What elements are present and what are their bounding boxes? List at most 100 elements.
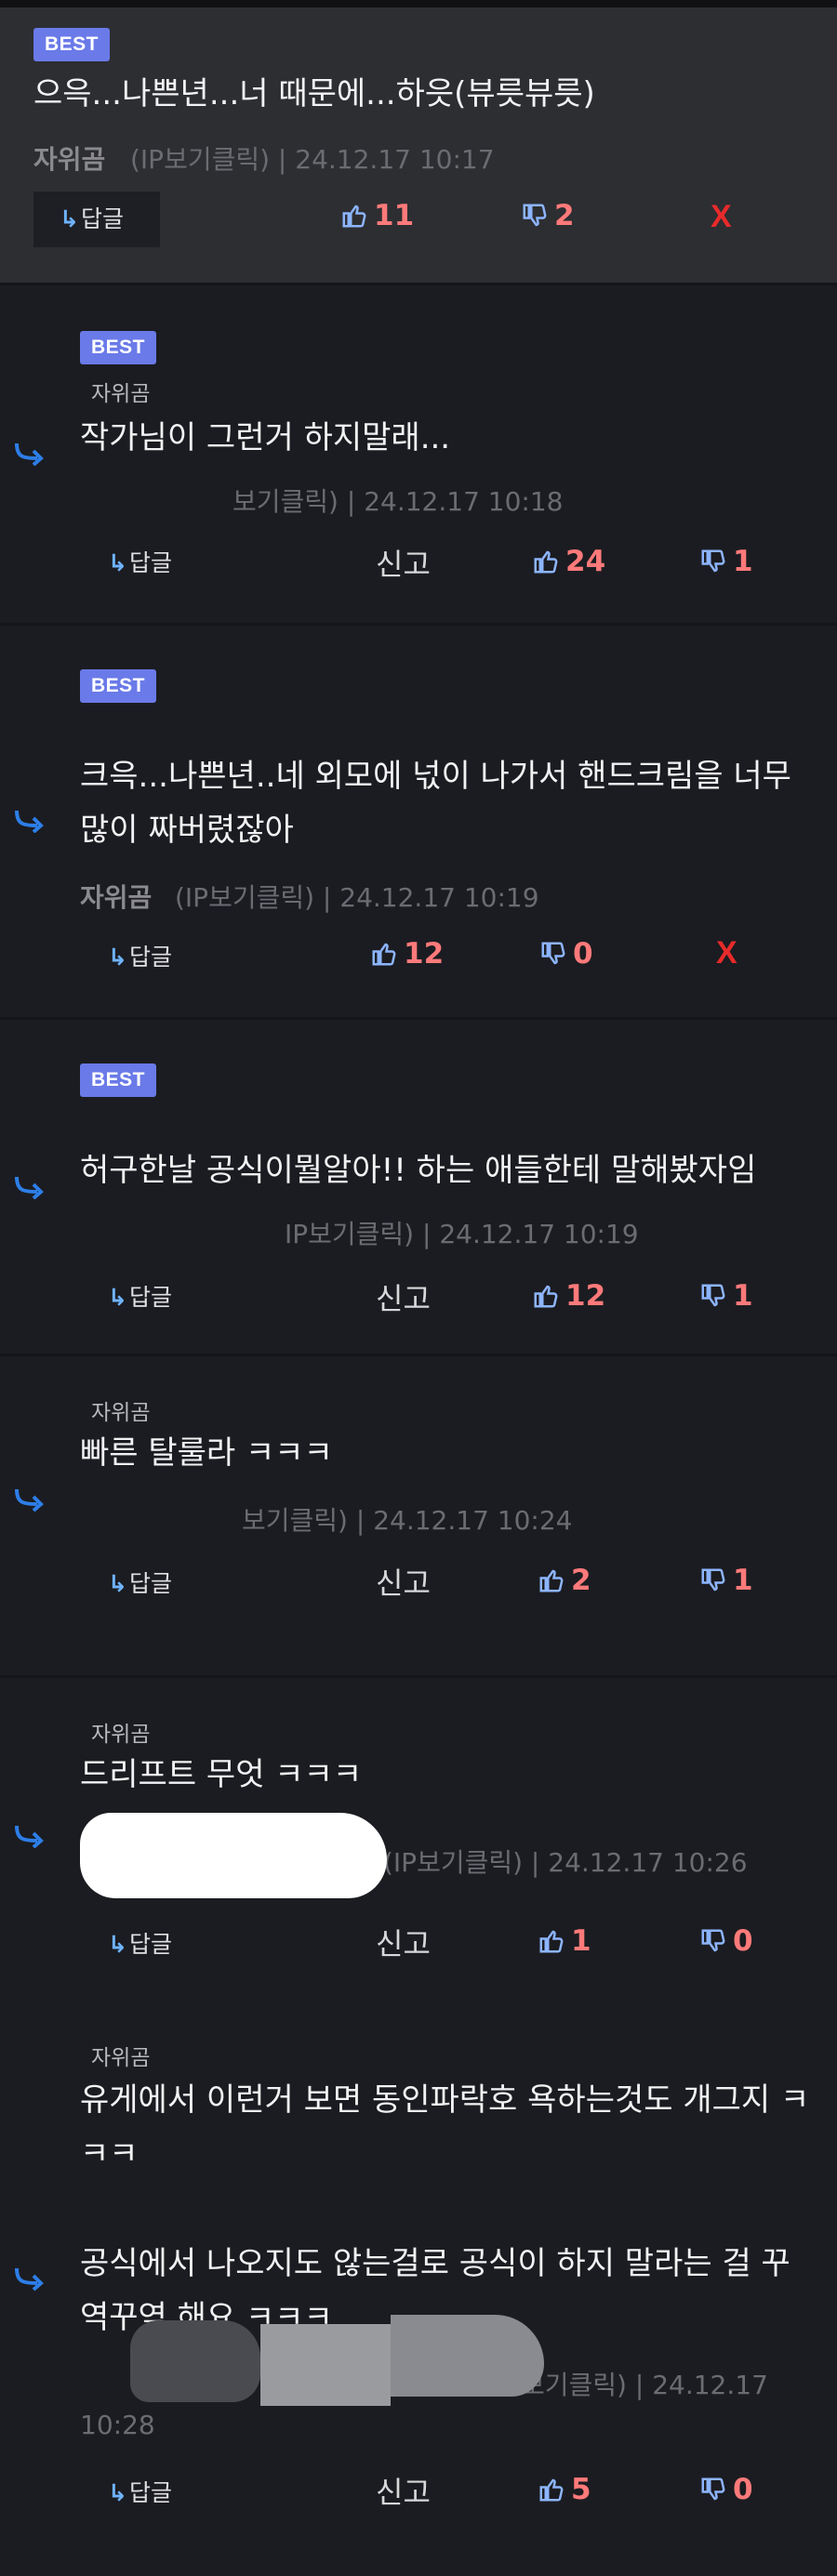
comment-author[interactable]: 자위곰 — [91, 1716, 150, 1748]
report-button[interactable]: 신고 — [376, 541, 431, 584]
reply-label: 답글 — [128, 549, 172, 576]
downvote-count: 2 — [554, 199, 575, 232]
comment-text: 빠른 탈룰라 ㅋㅋㅋ — [80, 1434, 333, 1472]
upvote-count: 11 — [374, 199, 415, 232]
reply-label: 답글 — [128, 2479, 172, 2506]
best-badge: BEST — [33, 28, 111, 61]
thumbs-down-icon — [523, 204, 547, 227]
downvote-count: 1 — [733, 1564, 753, 1597]
divider — [0, 1017, 837, 1020]
divider — [0, 283, 837, 285]
best-badge: BEST — [80, 1063, 157, 1097]
downvote-count: 1 — [733, 1279, 753, 1313]
reply-arrow-icon — [15, 2267, 44, 2291]
reply-arrow-icon: ↳ — [108, 1284, 127, 1311]
thumbs-up-icon — [539, 1569, 564, 1592]
thumbs-down-icon — [701, 549, 725, 573]
reply-button[interactable]: ↳답글 — [33, 192, 160, 247]
report-button[interactable]: 신고 — [376, 1560, 431, 1603]
downvote-button[interactable]: 1 — [699, 1279, 753, 1313]
comment-meta[interactable]: 보기클릭) | 24.12.17 10:24 — [242, 1500, 572, 1538]
downvote-count: 1 — [733, 545, 753, 578]
comment-meta-time: 10:28 — [80, 2410, 155, 2440]
upvote-button[interactable]: 24 — [532, 545, 605, 578]
reply-label: 답글 — [128, 1931, 172, 1958]
reply-label: 답글 — [128, 944, 172, 971]
divider — [0, 1354, 837, 1356]
reply-button[interactable]: ↳답글 — [108, 2475, 172, 2508]
upvote-count: 24 — [565, 545, 606, 578]
upvote-count: 2 — [571, 1564, 591, 1597]
upvote-button[interactable]: 12 — [532, 1279, 605, 1313]
comment-author[interactable]: 자위곰 — [91, 1394, 150, 1426]
reply-arrow-icon: ↳ — [108, 1570, 127, 1597]
comment-text: 크윽...나쁜년..네 외모에 넋이 나가서 핸드크림을 너무 많이 짜버렸잖아 — [80, 758, 791, 849]
downvote-button[interactable]: 1 — [699, 1564, 753, 1597]
downvote-count: 0 — [733, 1924, 753, 1958]
thumbs-up-icon — [534, 1285, 558, 1308]
downvote-button[interactable]: 2 — [521, 199, 575, 232]
reply-arrow-icon: ↳ — [108, 1931, 127, 1958]
comment-text: 작가님이 그런거 하지말래... — [80, 419, 451, 456]
comment-meta[interactable]: 보기클릭) | 24.12.17 — [521, 2365, 768, 2402]
reply-button[interactable]: ↳답글 — [108, 1279, 172, 1313]
comment-meta[interactable]: (IP보기클릭) | 24.12.17 10:19 — [175, 878, 539, 915]
comment-text: 유게에서 이런거 보면 동인파락호 욕하는것도 개그지 ㅋㅋㅋ — [80, 2081, 810, 2173]
downvote-count: 0 — [733, 2473, 753, 2506]
divider — [0, 623, 837, 626]
delete-x-button[interactable]: X — [716, 935, 737, 971]
report-button[interactable]: 신고 — [376, 1275, 431, 1318]
reply-arrow-icon — [15, 1488, 44, 1512]
reply-button[interactable]: ↳답글 — [108, 545, 172, 578]
reply-button[interactable]: ↳답글 — [108, 1565, 172, 1599]
upvote-count: 1 — [571, 1924, 591, 1958]
thumbs-down-icon — [701, 1568, 725, 1592]
upvote-button[interactable]: 11 — [340, 199, 414, 232]
thumbs-up-icon — [342, 205, 366, 228]
top-bar — [0, 0, 837, 7]
reply-arrow-icon — [15, 810, 44, 833]
downvote-count: 0 — [573, 937, 593, 971]
downvote-button[interactable]: 0 — [699, 2473, 753, 2506]
thumbs-up-icon — [539, 2478, 564, 2502]
divider — [0, 1675, 837, 1678]
redaction-blur — [260, 2324, 391, 2406]
upvote-button[interactable]: 1 — [538, 1924, 591, 1958]
reply-button[interactable]: ↳답글 — [108, 939, 172, 972]
reply-button[interactable]: ↳답글 — [108, 1926, 172, 1960]
best-badge: BEST — [80, 669, 157, 703]
report-button[interactable]: 신고 — [376, 1921, 431, 1963]
report-button[interactable]: 신고 — [376, 2469, 431, 2512]
reply-arrow-icon — [15, 1825, 44, 1848]
downvote-button[interactable]: 0 — [699, 1924, 753, 1958]
comment-meta[interactable]: IP보기클릭) | 24.12.17 10:19 — [285, 1214, 639, 1251]
comment-author[interactable]: 자위곰 — [91, 376, 150, 407]
thumbs-up-icon — [534, 550, 558, 574]
thumbs-down-icon — [701, 1929, 725, 1952]
upvote-count: 12 — [404, 937, 445, 971]
upvote-button[interactable]: 12 — [370, 937, 444, 971]
delete-x-button[interactable]: X — [711, 199, 732, 235]
downvote-button[interactable]: 1 — [699, 545, 753, 578]
reply-arrow-icon: ↳ — [108, 549, 127, 576]
thumbs-down-icon — [701, 2477, 725, 2501]
thumbs-down-icon — [701, 1284, 725, 1307]
upvote-button[interactable]: 2 — [538, 1564, 591, 1597]
reply-arrow-icon — [15, 443, 44, 466]
thumbs-down-icon — [541, 942, 565, 965]
reply-arrow-icon — [15, 1176, 44, 1199]
upvote-count: 12 — [565, 1279, 606, 1313]
upvote-button[interactable]: 5 — [538, 2473, 591, 2506]
comment-meta[interactable]: (IP보기클릭) | 24.12.17 10:26 — [383, 1843, 748, 1880]
comment-author[interactable]: 자위곰 — [91, 2040, 150, 2071]
best-badge: BEST — [80, 331, 157, 364]
reply-arrow-icon: ↳ — [108, 2479, 127, 2506]
comment-text: 으윽...나쁜년...너 때문에...하읏(뷰릇뷰릇) — [33, 75, 595, 112]
reply-label: 답글 — [128, 1284, 172, 1311]
reply-arrow-icon: ↳ — [60, 205, 79, 232]
comment-author[interactable]: 자위곰 — [33, 139, 105, 177]
downvote-button[interactable]: 0 — [539, 937, 593, 971]
comment-meta[interactable]: (IP보기클릭) | 24.12.17 10:17 — [130, 139, 495, 177]
comment-author[interactable]: 자위곰 — [80, 878, 152, 915]
comment-meta[interactable]: 보기클릭) | 24.12.17 10:18 — [232, 482, 563, 519]
